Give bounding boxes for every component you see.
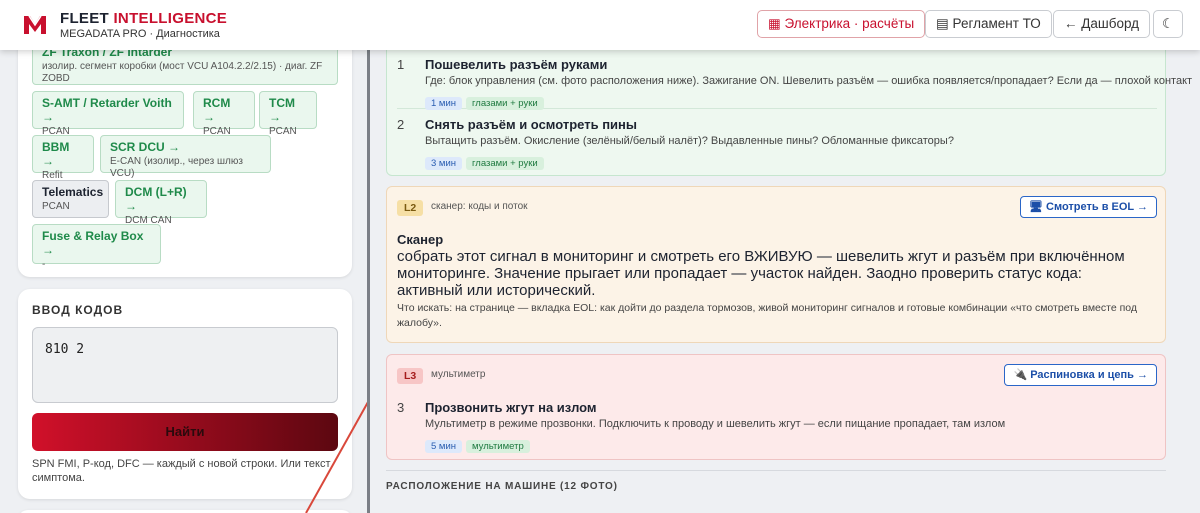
level-badge: L3 (397, 368, 424, 384)
moon-icon: ☾ (1161, 16, 1175, 31)
codes-textarea[interactable]: 810 2 (32, 327, 338, 403)
location-section-title: РАСПОЛОЖЕНИЕ НА МАШИНЕ (12 ФОТО) (386, 481, 618, 492)
time-badge: 3 мин (425, 157, 463, 170)
level-label: сканер: коды и поток (431, 201, 528, 212)
module-chip-bbm[interactable]: BBM → Refit CAN (32, 135, 94, 193)
brand: FLEET INTELLIGENCE MEGADATA PRO · Диагно… (60, 10, 227, 40)
section-divider (386, 470, 1166, 471)
module-chip-zf[interactable]: ZF Traxon / ZF Intarder изолир. сегмент … (32, 50, 338, 85)
view-eol-button[interactable]: 🖥 Смотреть в EOL → (1020, 196, 1157, 218)
modules-card: ZF Traxon / ZF Intarder изолир. сегмент … (18, 50, 352, 277)
app-header: FLEET INTELLIGENCE MEGADATA PRO · Диагно… (0, 0, 1200, 50)
calculator-icon: ▦ (768, 16, 781, 31)
brand-subtitle: MEGADATA PRO · Диагностика (60, 28, 220, 40)
dashboard-button[interactable]: ← Дашборд (1053, 10, 1151, 38)
step-3: 3 Прозвонить жгут на излом Мультиметр в … (397, 400, 1006, 453)
time-badge: 5 мин (425, 440, 463, 453)
time-badge: 1 мин (425, 97, 463, 110)
step-1: 1 Пошевелить разъём руками Где: блок упр… (397, 57, 1193, 110)
module-chip-samt[interactable]: S-AMT / Retarder Voith → PCAN (32, 91, 184, 137)
scanner-heading: Сканер (397, 232, 444, 247)
module-chip-rcm[interactable]: RCM → PCAN (193, 91, 255, 137)
level-2-panel: L2 сканер: коды и поток 🖥 Смотреть в EOL… (386, 186, 1166, 343)
scanner-instructions: собрать этот сигнал в мониторинг и смотр… (397, 248, 1125, 299)
right-column: 1 Пошевелить разъём руками Где: блок упр… (370, 50, 1200, 513)
pinout-circuit-button[interactable]: 🔌 Распиновка и цепь → (1004, 364, 1157, 386)
document-icon: ▤ (936, 16, 949, 31)
code-input-hint: SPN FMI, P-код, DFC — каждый с новой стр… (32, 458, 331, 484)
level-badge: L2 (397, 200, 424, 216)
left-column: ZF Traxon / ZF Intarder изолир. сегмент … (0, 50, 370, 513)
level-label: мультиметр (431, 369, 486, 380)
method-badge: глазами + руки (466, 97, 544, 110)
scanner-note: Что искать: на странице — вкладка EOL: к… (397, 302, 1138, 329)
module-chip-fuse-relay[interactable]: Fuse & Relay Box → - (32, 224, 161, 270)
maintenance-schedule-button[interactable]: ▤ Регламент ТО (925, 10, 1052, 38)
module-chip-tcm[interactable]: TCM → PCAN (259, 91, 317, 137)
module-chip-dcm[interactable]: DCM (L+R) → DCM CAN (115, 180, 207, 226)
level-1-panel: 1 Пошевелить разъём руками Где: блок упр… (386, 50, 1193, 176)
level-3-panel: L3 мультиметр 🔌 Распиновка и цепь → 3 Пр… (386, 354, 1166, 460)
module-chip-telematics[interactable]: Telematics PCAN (32, 180, 109, 218)
brand-title: FLEET INTELLIGENCE (60, 10, 228, 27)
electrics-calc-button[interactable]: ▦ Электрика · расчёты (757, 10, 926, 38)
theme-toggle-button[interactable]: ☾ (1153, 10, 1183, 38)
step-2: 2 Снять разъём и осмотреть пины Вытащить… (397, 117, 954, 170)
module-chip-scr-dcu[interactable]: SCR DCU → E-CAN (изолир., через шлюз VCU… (100, 135, 271, 179)
method-badge: мультиметр (466, 440, 530, 453)
method-badge: глазами + руки (466, 157, 544, 170)
logo-icon (24, 15, 46, 34)
arrow-left-icon: ← (1064, 16, 1078, 31)
code-input-title: ВВОД КОДОВ (32, 303, 124, 317)
pointer-arrow-annotation (305, 401, 369, 513)
